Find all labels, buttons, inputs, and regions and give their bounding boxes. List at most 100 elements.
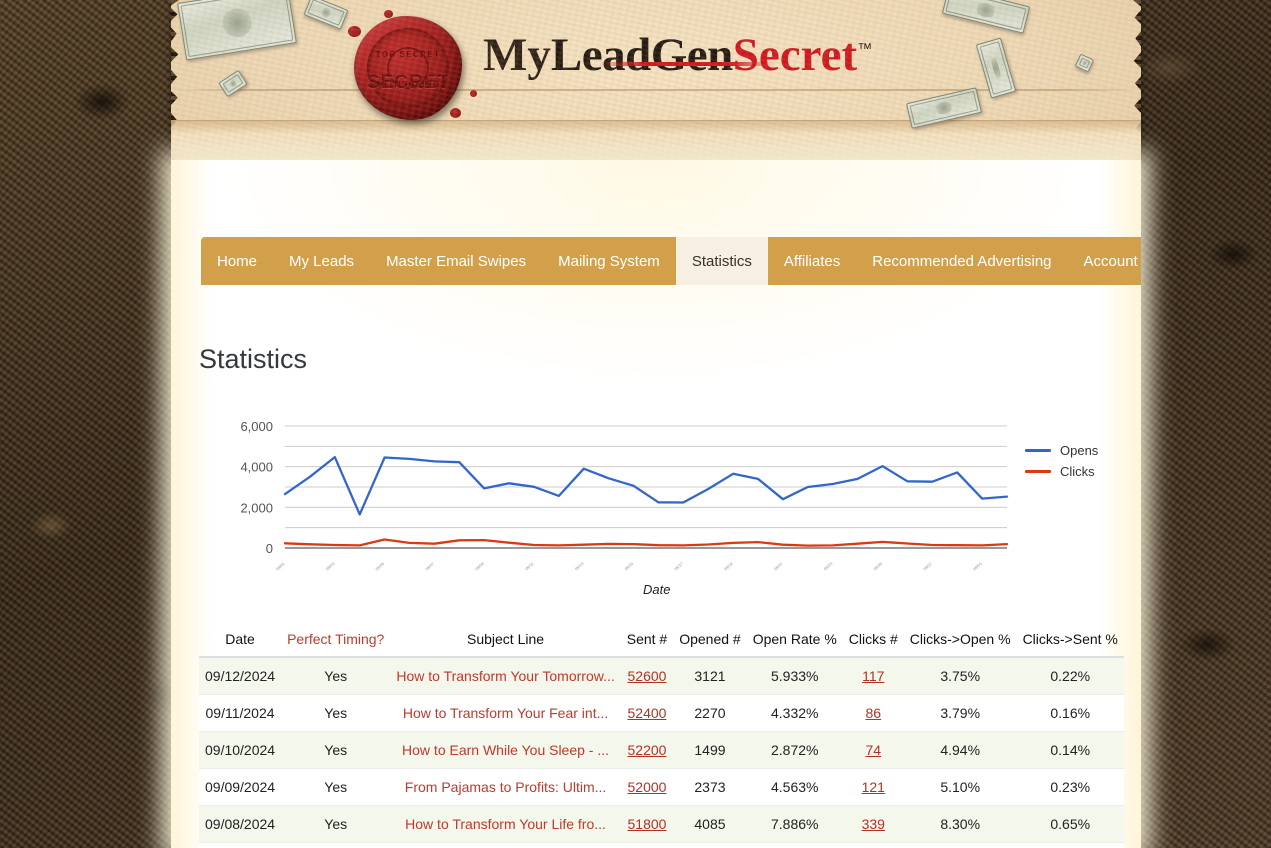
clicks-count-link[interactable]: 74 [866, 742, 882, 758]
table-row: 09/08/2024 Yes How to Transform Your Life … [199, 805, 1124, 843]
nav-item-mailing-system[interactable]: Mailing System [542, 237, 676, 285]
cell-open-rate: 7.886% [746, 805, 843, 843]
legend-item-clicks[interactable]: Clicks [1025, 461, 1098, 482]
sent-count-link[interactable]: 52400 [628, 705, 667, 721]
cell-clicks-to-sent: 0.65% [1016, 805, 1124, 843]
nav-item-master-email-swipes[interactable]: Master Email Swipes [370, 237, 542, 285]
svg-text:09/09: 09/09 [474, 561, 485, 572]
main-content-panel: Home My Leads Master Email Swipes Mailin… [171, 160, 1141, 848]
nav-item-statistics[interactable]: Statistics [675, 237, 768, 285]
chart-x-tick-label: 09/21 [773, 561, 784, 572]
column-header-opened[interactable]: Opened # [673, 626, 747, 658]
column-header-sent[interactable]: Sent # [620, 626, 674, 658]
sent-count-link[interactable]: 52200 [628, 742, 667, 758]
cell-open-rate: 4.563% [746, 768, 843, 806]
statistics-table: Date Perfect Timing? Subject Line Sent #… [199, 626, 1124, 848]
cell-opened: 1499 [673, 731, 747, 769]
svg-text:09/13: 09/13 [574, 561, 585, 572]
cell-clicks-to-sent: 0.22% [1016, 657, 1124, 695]
svg-text:09/01: 09/01 [972, 561, 983, 572]
chart-x-tick-label: 09/01 [275, 561, 286, 572]
legend-swatch-opens [1025, 449, 1051, 452]
chart-line-opens [283, 455, 1009, 516]
legend-label-opens: Opens [1060, 443, 1099, 458]
subject-line-link[interactable]: How to Transform Your Life fro... [405, 816, 606, 832]
chart-x-tick-label: 09/27 [922, 561, 933, 572]
site-logo-wordmark[interactable]: MyLeadGenSecret™ [483, 32, 872, 79]
svg-text:09/07: 09/07 [424, 561, 435, 572]
cell-sent: 51800 [620, 805, 674, 843]
nav-item-affiliates[interactable]: Affiliates [768, 237, 856, 285]
nav-item-my-leads[interactable]: My Leads [273, 237, 370, 285]
cell-perfect-timing: Yes [281, 694, 391, 732]
cell-subject: How to Earn While You Sleep - ... [390, 731, 621, 769]
column-header-subject-line[interactable]: Subject Line [390, 626, 621, 658]
logo-underline [599, 62, 775, 66]
svg-text:09/27: 09/27 [922, 561, 933, 572]
cell-clicks-to-open: 3.79% [903, 694, 1017, 732]
chart-x-tick-label: 09/13 [574, 561, 585, 572]
cell-opened: 3182 [673, 842, 747, 848]
table-row: 09/10/2024 Yes How to Earn While You Sleep… [199, 731, 1124, 769]
chart-x-tick-label: 09/03 [325, 561, 336, 572]
clicks-count-link[interactable]: 117 [862, 668, 884, 684]
clicks-count-link[interactable]: 339 [862, 816, 885, 832]
cell-date: 09/08/2024 [199, 805, 282, 843]
cell-open-rate: 4.332% [746, 694, 843, 732]
cell-clicks: 339 [842, 805, 904, 843]
sent-count-link[interactable]: 51800 [628, 816, 667, 832]
column-header-date[interactable]: Date [199, 626, 282, 658]
clicks-count-link[interactable]: 86 [866, 705, 882, 721]
chart-x-tick-label: 09/23 [823, 561, 834, 572]
legend-item-opens[interactable]: Opens [1025, 440, 1098, 461]
chart-x-tick-label: 09/01 [972, 561, 983, 572]
subject-line-link[interactable]: From Pajamas to Profits: Ultim... [405, 779, 606, 795]
seal-top-text: TOP SECRET [375, 50, 441, 59]
page-background: TOP SECRET SECRET CONFIDENTIAL MyLeadGen… [0, 0, 1271, 848]
chart-x-tick-label: 09/11 [524, 561, 535, 572]
wax-seal-inner: TOP SECRET SECRET CONFIDENTIAL [367, 28, 449, 108]
nav-item-recommended-advertising[interactable]: Recommended Advertising [856, 237, 1067, 285]
column-header-clicks-to-sent[interactable]: Clicks->Sent % [1016, 626, 1124, 658]
dollar-bill-icon [1074, 53, 1095, 73]
column-header-clicks[interactable]: Clicks # [842, 626, 904, 658]
cell-sent: 52400 [620, 694, 674, 732]
nav-item-account[interactable]: Account [1068, 237, 1141, 285]
wax-drop [348, 26, 361, 37]
cell-sent: 52000 [620, 768, 674, 806]
cell-clicks: 86 [842, 694, 904, 732]
dollar-bill-icon [303, 0, 349, 30]
svg-text:09/05: 09/05 [374, 561, 385, 572]
chart-canvas: 0 2,000 4,000 6,000 09/01 09/03 09/05 09/07 09/0… [240, 419, 1009, 572]
sent-count-link[interactable]: 52600 [628, 668, 667, 684]
column-header-clicks-to-open[interactable]: Clicks->Open % [903, 626, 1017, 658]
nav-item-home[interactable]: Home [201, 237, 273, 285]
subject-line-link[interactable]: How to Earn While You Sleep - ... [402, 742, 609, 758]
column-header-open-rate[interactable]: Open Rate % [746, 626, 843, 658]
svg-text:09/23: 09/23 [823, 561, 834, 572]
cell-clicks: 141 [842, 842, 904, 848]
table-header-row: Date Perfect Timing? Subject Line Sent #… [199, 626, 1124, 658]
table-row: 09/09/2024 Yes From Pajamas to Profits: Ul… [199, 768, 1124, 806]
cell-perfect-timing: Yes [281, 842, 391, 848]
subject-line-link[interactable]: How to Transform Your Tomorrow... [396, 668, 614, 684]
clicks-count-link[interactable]: 121 [862, 779, 885, 795]
cell-date: 09/11/2024 [199, 694, 282, 732]
chart-line-clicks [283, 538, 1009, 547]
chart-x-tick-label: 09/15 [623, 561, 634, 572]
table-body: 09/12/2024 Yes How to Transform Your Tomor… [199, 657, 1124, 848]
subject-line-link[interactable]: How to Transform Your Fear int... [403, 705, 608, 721]
sent-count-link[interactable]: 52000 [628, 779, 667, 795]
column-header-perfect-timing[interactable]: Perfect Timing? [281, 626, 391, 658]
chart-y-tick-label: 0 [266, 541, 273, 556]
cell-clicks-to-open: 3.75% [903, 657, 1017, 695]
table-row: 09/11/2024 Yes How to Transform Your Fear … [199, 694, 1124, 732]
svg-text:09/21: 09/21 [773, 561, 784, 572]
logo-text-secret: Secret [732, 29, 858, 81]
table-row: 09/07/2024YesHow to Kickstart Your Video… [199, 842, 1124, 848]
cell-opened: 3121 [673, 657, 747, 695]
cell-clicks-to-open: 5.10% [903, 768, 1017, 806]
nav-item-account-label: Account [1083, 252, 1138, 270]
cell-clicks-to-sent: 0.14% [1016, 731, 1124, 769]
dollar-bill-icon [218, 69, 248, 98]
